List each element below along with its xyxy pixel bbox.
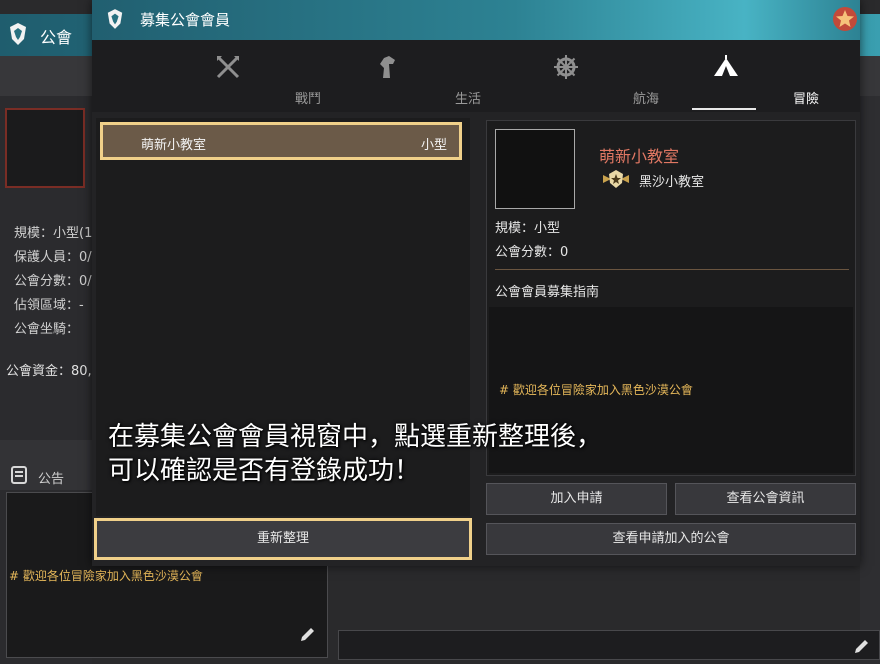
horse-head-icon (375, 54, 401, 84)
guild-bottom-box (338, 630, 880, 660)
recruit-window-title: 募集公會會員 (140, 11, 231, 29)
guild-info-scale: 規模：小型(1 (14, 226, 92, 241)
guild-info-guards: 保護人員：0/ (14, 250, 92, 265)
tent-icon (712, 54, 740, 84)
guild-detail-portrait (495, 129, 575, 209)
edit-pencil-icon[interactable] (853, 637, 871, 659)
guild-detail-score: 公會分數：0 (495, 245, 569, 260)
recruit-guide-label: 公會會員募集指南 (495, 285, 600, 300)
guild-detail-scale: 規模：小型 (495, 221, 561, 236)
notice-label: 公告 (38, 472, 65, 487)
guild-funds: 公會資金：80, (6, 364, 92, 379)
tab-label: 冒險 (792, 92, 819, 107)
guild-info-mount: 公會坐騎： (14, 322, 80, 337)
guild-portrait (5, 108, 85, 188)
tab-sailing[interactable]: 航海 (486, 40, 659, 112)
guild-detail-name: 萌新小教室 (599, 147, 680, 166)
view-applied-guilds-button[interactable]: 查看申請加入的公會 (486, 523, 856, 555)
guild-master-name: 黑沙小教室 (639, 175, 705, 190)
recruit-guide-text: # 歡迎各位冒險家加入黑色沙漠公會 (499, 383, 693, 397)
guild-window-title: 公會 (40, 28, 73, 47)
guild-window-right-strip (860, 96, 880, 664)
guild-emblem-icon (8, 22, 28, 50)
tab-life[interactable]: 生活 (308, 40, 481, 112)
edit-pencil-icon[interactable] (299, 625, 317, 647)
ship-wheel-icon (553, 54, 579, 84)
active-tab-indicator (692, 108, 756, 110)
list-item[interactable]: 萌新小教室 小型 (100, 122, 462, 160)
tutorial-caption-line1: 在募集公會會員視窗中，點選重新整理後， (108, 422, 603, 452)
tutorial-caption: 在募集公會會員視窗中，點選重新整理後， 可以確認是否有登錄成功！ (108, 420, 602, 488)
guild-info-territory: 佔領區域：- (14, 298, 84, 313)
crossed-swords-icon (215, 54, 241, 84)
notice-icon (10, 466, 28, 488)
category-tabs: 戰鬥 生活 航海 冒險 (92, 40, 860, 112)
guild-row-size: 小型 (420, 138, 447, 153)
tab-adventure[interactable]: 冒險 (646, 40, 819, 112)
tab-combat[interactable]: 戰鬥 (148, 40, 321, 112)
guild-emblem-icon (106, 8, 124, 34)
recruit-window-titlebar: 募集公會會員 (92, 0, 860, 40)
refresh-button[interactable]: 重新整理 (94, 518, 472, 560)
tutorial-caption-line2: 可以確認是否有登錄成功！ (108, 456, 421, 486)
guild-info-score: 公會分數：0/ (14, 274, 92, 289)
guild-row-name: 萌新小教室 (141, 138, 207, 153)
favorite-star-icon[interactable] (832, 6, 858, 36)
guild-master-icon (601, 169, 631, 193)
view-guild-info-button[interactable]: 查看公會資訊 (675, 483, 856, 515)
divider (495, 269, 849, 270)
notice-text: # 歡迎各位冒險家加入黑色沙漠公會 (9, 569, 203, 583)
